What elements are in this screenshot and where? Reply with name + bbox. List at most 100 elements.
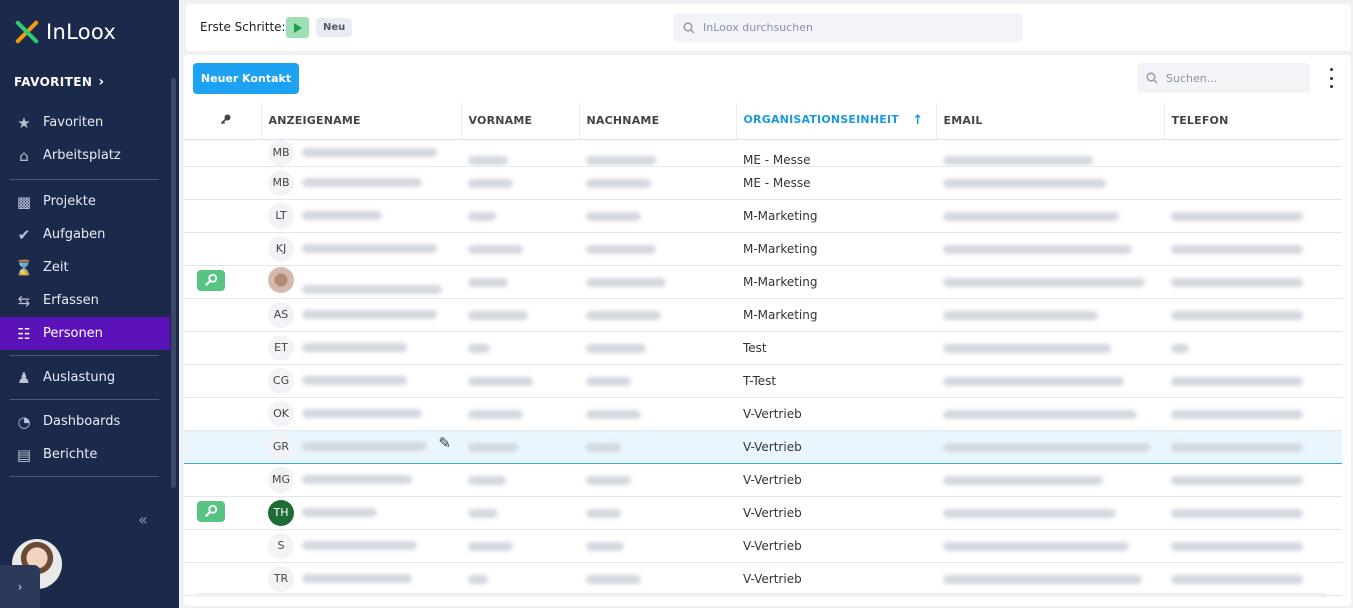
table-row[interactable]: ET Test (184, 331, 1342, 365)
sidebar-item-projekte[interactable]: ▩ Projekte (0, 185, 170, 218)
new-contact-button[interactable]: Neuer Kontakt (193, 63, 299, 94)
cell-phone[interactable] (1164, 298, 1342, 332)
sidebar-item-berichte[interactable]: ▤ Berichte (0, 438, 170, 471)
table-row[interactable]: TR V-Vertrieb (184, 562, 1342, 596)
play-video-icon[interactable] (286, 17, 309, 38)
cell-email[interactable] (936, 298, 1164, 332)
cell-key[interactable] (184, 496, 261, 530)
cell-org-unit[interactable]: T-Test (736, 364, 936, 398)
cell-first-name[interactable] (461, 429, 579, 464)
cell-display-name[interactable]: S (261, 529, 461, 563)
expand-tab-icon[interactable]: › (0, 565, 40, 608)
cell-email[interactable] (936, 529, 1164, 563)
cell-email[interactable] (936, 139, 1164, 167)
cell-first-name[interactable] (461, 139, 579, 167)
cell-key[interactable] (184, 562, 261, 596)
cell-phone[interactable] (1164, 397, 1342, 431)
cell-last-name[interactable] (579, 298, 736, 332)
cell-org-unit[interactable]: Test (736, 331, 936, 365)
column-header-organisationseinheit[interactable]: ORGANISATIONSEINHEIT ↑ (735, 103, 936, 140)
cell-key[interactable] (184, 463, 261, 497)
cell-email[interactable] (936, 331, 1164, 365)
table-row[interactable]: M-Marketing (184, 265, 1342, 299)
cell-phone[interactable] (1164, 364, 1342, 398)
cell-last-name[interactable] (579, 364, 736, 398)
cell-email[interactable] (936, 265, 1164, 299)
cell-last-name[interactable] (579, 331, 736, 365)
cell-org-unit[interactable]: V-Vertrieb (736, 463, 936, 497)
table-row[interactable]: S V-Vertrieb (184, 529, 1342, 563)
cell-first-name[interactable] (461, 298, 579, 332)
cell-display-name[interactable]: AS (261, 298, 461, 332)
table-row[interactable]: MB ME - Messe (184, 139, 1342, 167)
cell-key[interactable] (184, 529, 261, 563)
cell-phone[interactable] (1164, 199, 1342, 233)
cell-display-name[interactable]: CG (261, 364, 461, 398)
cell-email[interactable] (936, 199, 1164, 233)
column-header-nachname[interactable]: NACHNAME (578, 103, 736, 140)
sidebar-item-arbeitsplatz[interactable]: ⌂ Arbeitsplatz (0, 139, 170, 172)
sidebar-item-zeit[interactable]: ⌛ Zeit (0, 251, 170, 284)
sidebar-item-dashboards[interactable]: ◔ Dashboards (0, 405, 170, 438)
sidebar-scrollbar[interactable] (171, 78, 176, 488)
cell-display-name[interactable]: GR ✎ (261, 429, 461, 464)
collapse-sidebar-icon[interactable]: « (138, 510, 148, 529)
cell-key[interactable] (184, 265, 261, 299)
cell-org-unit[interactable]: ME - Messe (736, 139, 936, 167)
column-header-vorname[interactable]: VORNAME (460, 103, 579, 140)
cell-email[interactable] (936, 463, 1164, 497)
cell-first-name[interactable] (461, 529, 579, 563)
table-row[interactable]: AS M-Marketing (184, 298, 1342, 332)
cell-last-name[interactable] (579, 199, 736, 233)
global-search-input[interactable] (703, 21, 1023, 34)
cell-org-unit[interactable]: M-Marketing (736, 265, 936, 299)
sidebar-item-favoriten[interactable]: ★ Favoriten (0, 106, 170, 139)
cell-first-name[interactable] (461, 496, 579, 530)
sidebar-item-auslastung[interactable]: ♟ Auslastung (0, 361, 170, 394)
cell-display-name[interactable]: TR (261, 562, 461, 596)
cell-phone[interactable] (1164, 232, 1342, 266)
table-row[interactable]: KJ M-Marketing (184, 232, 1342, 266)
cell-phone[interactable] (1164, 166, 1342, 200)
cell-org-unit[interactable]: M-Marketing (736, 199, 936, 233)
cell-last-name[interactable] (579, 232, 736, 266)
cell-display-name[interactable]: LT (261, 199, 461, 233)
table-row[interactable]: CG T-Test (184, 364, 1342, 398)
cell-first-name[interactable] (461, 199, 579, 233)
cell-last-name[interactable] (579, 496, 736, 530)
cell-org-unit[interactable]: M-Marketing (736, 298, 936, 332)
cell-phone[interactable] (1164, 265, 1342, 299)
cell-email[interactable] (936, 562, 1164, 596)
cell-key[interactable] (184, 199, 261, 233)
cell-phone[interactable] (1164, 429, 1342, 464)
table-search[interactable] (1137, 63, 1310, 93)
cell-key[interactable] (184, 232, 261, 266)
cell-email[interactable] (936, 429, 1164, 464)
inloox-logo[interactable]: InLoox (14, 18, 116, 46)
cell-first-name[interactable] (461, 331, 579, 365)
cell-org-unit[interactable]: M-Marketing (736, 232, 936, 266)
table-row[interactable]: MB ME - Messe (184, 166, 1342, 200)
cell-org-unit[interactable]: V-Vertrieb (736, 397, 936, 431)
cell-key[interactable] (184, 166, 261, 200)
cell-display-name[interactable]: TH (261, 496, 461, 530)
cell-last-name[interactable] (579, 397, 736, 431)
cell-key[interactable] (184, 139, 261, 167)
cell-email[interactable] (936, 166, 1164, 200)
cell-last-name[interactable] (579, 265, 736, 299)
cell-email[interactable] (936, 232, 1164, 266)
table-row[interactable]: MG V-Vertrieb (184, 463, 1342, 497)
cell-first-name[interactable] (461, 463, 579, 497)
cell-phone[interactable] (1164, 529, 1342, 563)
cell-display-name[interactable]: MG (261, 463, 461, 497)
sidebar-item-personen[interactable]: ☷ Personen (0, 317, 170, 350)
cell-last-name[interactable] (579, 166, 736, 200)
column-header-key[interactable] (184, 103, 261, 140)
cell-key[interactable] (184, 429, 261, 464)
cell-org-unit[interactable]: V-Vertrieb (736, 429, 936, 464)
cell-first-name[interactable] (461, 232, 579, 266)
horizontal-scrollbar[interactable] (196, 593, 1326, 597)
cell-last-name[interactable] (579, 139, 736, 167)
cell-org-unit[interactable]: V-Vertrieb (736, 562, 936, 596)
table-search-input[interactable] (1166, 71, 1310, 85)
